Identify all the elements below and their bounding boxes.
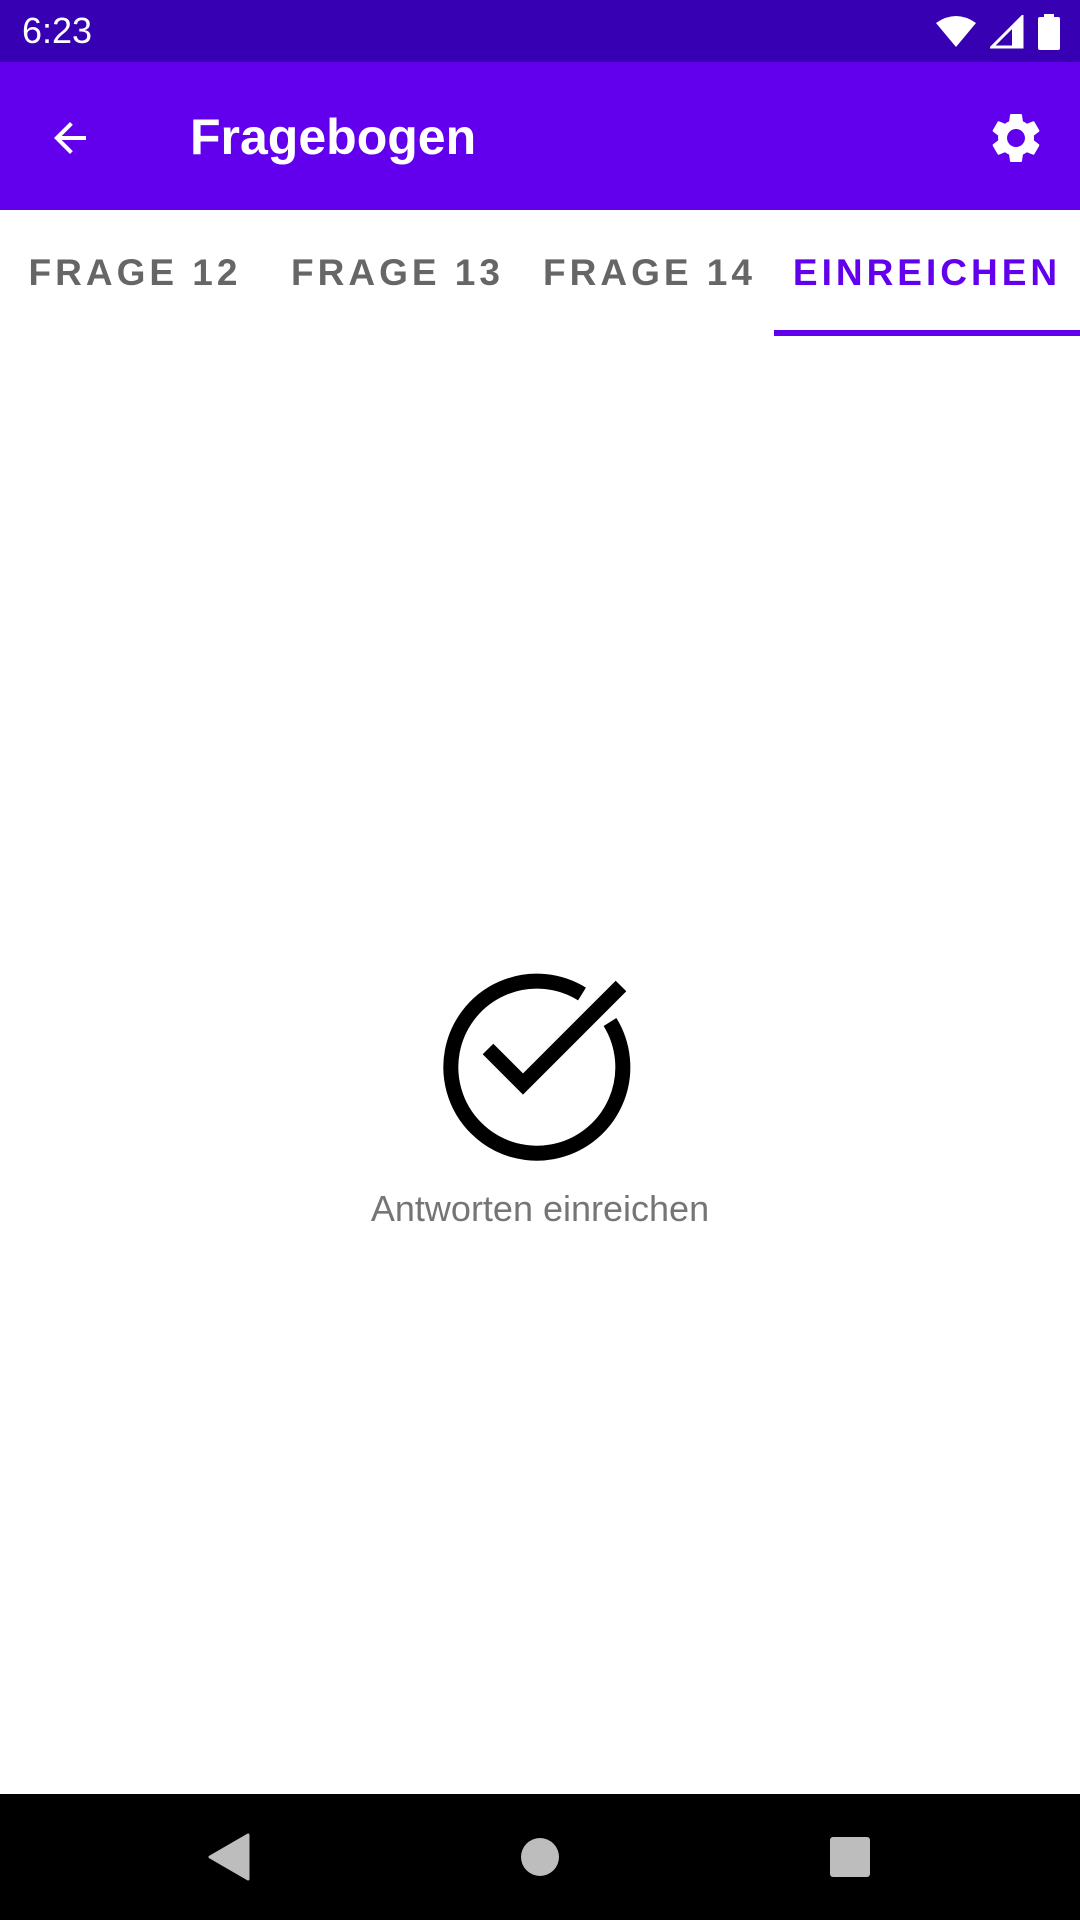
check-circle-icon[interactable] [440, 964, 640, 1164]
submit-area[interactable]: Antworten einreichen [0, 964, 1080, 1230]
tab-einreichen[interactable]: EINREICHEN [774, 210, 1080, 336]
nav-recents-icon [830, 1837, 870, 1877]
settings-button[interactable] [974, 96, 1058, 180]
status-icons [936, 12, 1060, 52]
battery-icon [1038, 14, 1060, 50]
tab-bar: FRAGE 12 FRAGE 13 FRAGE 14 EINREICHEN [0, 210, 1080, 336]
tab-label: EINREICHEN [792, 252, 1062, 293]
page-title: Fragebogen [190, 109, 477, 165]
tab-label: FRAGE 14 [543, 252, 756, 293]
tab-label: FRAGE 13 [291, 252, 504, 293]
tab-label: FRAGE 12 [28, 252, 242, 293]
app-bar: Fragebogen [0, 62, 1080, 210]
gear-icon [992, 113, 1040, 162]
tab-frage-13[interactable]: FRAGE 13 [270, 210, 525, 336]
nav-home-button[interactable] [500, 1817, 580, 1897]
wifi-icon [936, 16, 976, 48]
cellular-signal-icon [990, 15, 1024, 49]
nav-back-icon [208, 1833, 250, 1881]
status-time: 6:23 [22, 10, 93, 51]
back-button[interactable] [30, 98, 110, 178]
submit-label: Antworten einreichen [370, 1188, 710, 1229]
tab-frage-12[interactable]: FRAGE 12 [0, 210, 270, 336]
nav-home-icon [521, 1838, 559, 1876]
nav-recents-button[interactable] [810, 1817, 890, 1897]
tab-frage-14[interactable]: FRAGE 14 [525, 210, 774, 336]
nav-back-button[interactable] [188, 1817, 268, 1897]
navigation-bar [0, 1794, 1080, 1920]
main-content: Antworten einreichen [0, 336, 1080, 1794]
screen: 6:23 Fragebogen FRAGE 12 FRAGE 13 FRAGE … [0, 0, 1080, 1920]
arrow-back-icon [54, 122, 86, 154]
status-bar: 6:23 [0, 0, 1080, 62]
